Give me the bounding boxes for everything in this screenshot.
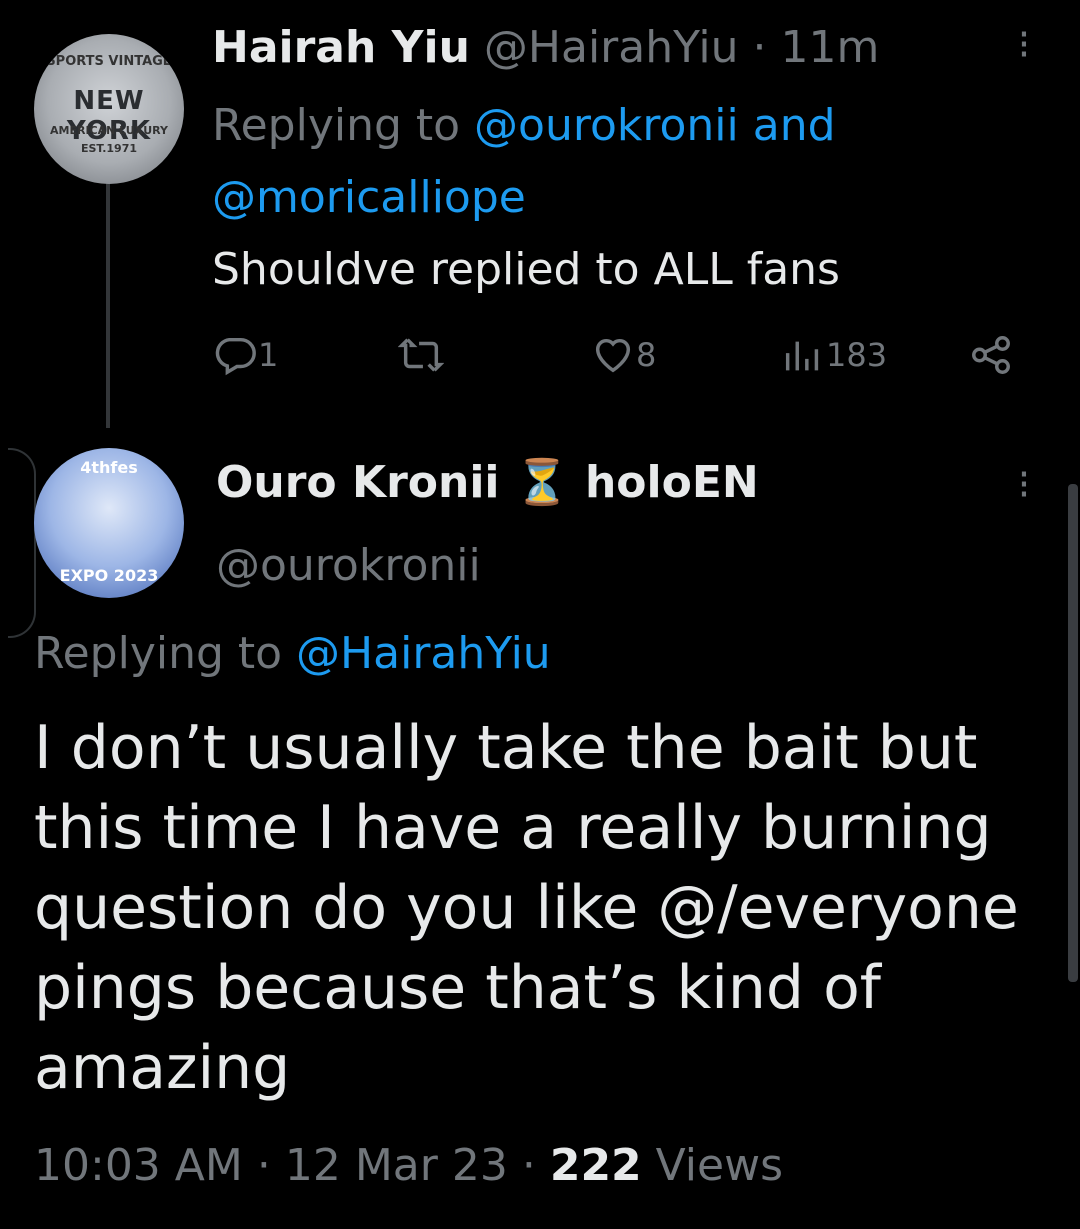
reply-date[interactable]: 12 Mar 23 [285, 1140, 508, 1191]
reply-icon [215, 337, 256, 376]
retweet-icon [398, 338, 444, 372]
thread-connector-line [106, 160, 110, 428]
avatar-expo-text: EXPO 2023 [59, 566, 159, 585]
parent-tweet-text: Shouldve replied to ALL fans [212, 244, 840, 295]
mention-ourokronii[interactable]: @ourokronii [474, 100, 739, 151]
avatar-ourokronii[interactable]: 4thfes EXPO 2023 [34, 448, 184, 598]
mention-moricalliope[interactable]: @moricalliope [212, 172, 526, 223]
like-icon [595, 338, 631, 373]
header-separator: · [752, 22, 767, 73]
like-count: 8 [636, 336, 657, 374]
views-count: 183 [826, 336, 888, 374]
avatar-text-3: AMERICAN LUXURY [50, 124, 168, 137]
hourglass-icon: ⏳ [514, 457, 570, 508]
scrollbar[interactable] [1068, 484, 1078, 982]
more-icon[interactable]: · · · [1014, 15, 1034, 75]
reply-name-suffix: holoEN [584, 457, 759, 508]
views-button[interactable]: 183 [780, 330, 887, 380]
views-icon [785, 341, 819, 371]
avatar-hairah[interactable]: SPORTS VINTAGE NEW YORK AMERICAN LUXURY … [34, 34, 184, 184]
parent-timestamp[interactable]: 11m [781, 22, 880, 73]
reply-replying-to: Replying to @HairahYiu [34, 628, 551, 679]
parent-author-name[interactable]: Hairah Yiu [212, 22, 470, 73]
avatar-text-4: EST.1971 [80, 142, 138, 155]
like-button[interactable]: 8 [590, 330, 656, 380]
reply-tweet-text: I don’t usually take the bait but this t… [34, 713, 1019, 1103]
share-icon [972, 336, 1010, 374]
reply-author-name[interactable]: Ouro Kronii ⏳ holoEN [216, 456, 759, 508]
reply-metadata: 10:03 AM · 12 Mar 23 · 222 Views [34, 1140, 783, 1191]
meta-sep-1: · [256, 1140, 271, 1191]
mention-and[interactable]: and [739, 100, 836, 151]
avatar-text-2: NEW YORK [66, 86, 152, 146]
reply-name-text: Ouro Kronii [216, 457, 500, 508]
reply-views-count[interactable]: 222 [550, 1140, 642, 1191]
thread-bracket [8, 448, 36, 638]
parent-tweet-header: Hairah Yiu @HairahYiu · 11m [212, 22, 879, 73]
avatar-badge-text: 4thfes [80, 458, 138, 477]
more-icon-reply[interactable]: · · · [1014, 455, 1034, 515]
mention-hairahyiu[interactable]: @HairahYiu [296, 628, 551, 679]
reply-time[interactable]: 10:03 AM [34, 1140, 243, 1191]
reply-replying-prefix: Replying to [34, 628, 297, 679]
reply-button[interactable]: 1 [212, 330, 278, 380]
replying-prefix: Replying to [212, 100, 475, 151]
parent-author-handle[interactable]: @HairahYiu [484, 22, 739, 73]
reply-views-label: Views [641, 1140, 784, 1191]
parent-replying-to: Replying to @ourokronii and @moricalliop… [212, 90, 992, 234]
share-button[interactable] [968, 330, 1014, 380]
retweet-button[interactable] [398, 330, 444, 380]
reply-count: 1 [258, 336, 279, 374]
avatar-text-1: SPORTS VINTAGE [46, 54, 172, 69]
reply-author-handle[interactable]: @ourokronii [216, 540, 481, 591]
meta-sep-2: · [521, 1140, 536, 1191]
